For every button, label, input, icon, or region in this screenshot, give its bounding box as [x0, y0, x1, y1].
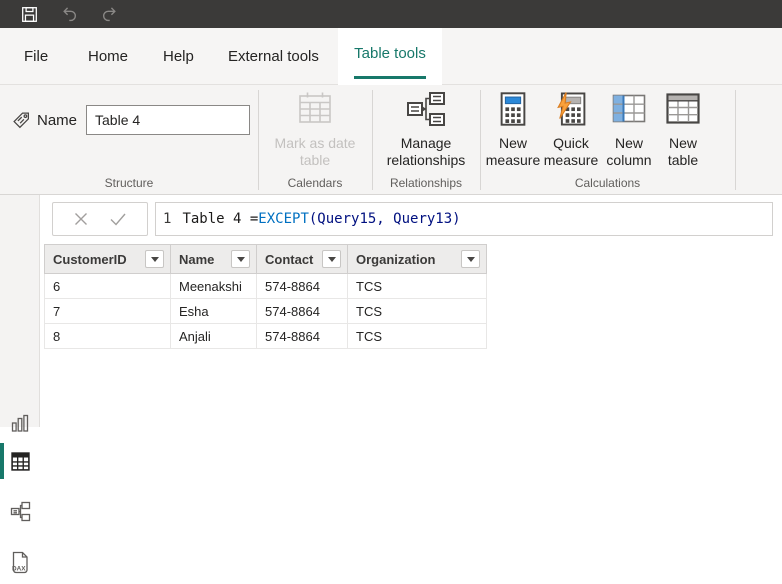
column-header-customerid[interactable]: CustomerID: [44, 244, 171, 274]
data-view-icon: [10, 451, 31, 472]
formula-commit-controls: [52, 202, 148, 236]
sidebar-item-data-view[interactable]: [0, 439, 40, 483]
active-view-indicator: [0, 443, 4, 479]
ribbon-divider: [735, 90, 736, 190]
cell[interactable]: 8: [44, 324, 171, 349]
new-column-icon: [612, 94, 646, 124]
manage-relationships-label: Manage relationships: [376, 135, 476, 169]
filter-button[interactable]: [145, 250, 164, 268]
calendar-icon: [297, 91, 333, 125]
formula-expression-lhs: Table 4 =: [182, 211, 258, 227]
ribbon: Name Structure Mark as date table: [0, 85, 782, 195]
tab-external-tools[interactable]: External tools: [228, 28, 319, 84]
ribbon-divider: [480, 90, 481, 190]
filter-button[interactable]: [461, 250, 480, 268]
tag-icon: [12, 111, 31, 130]
formula-function-name: EXCEPT: [258, 211, 309, 227]
cell[interactable]: Meenakshi: [171, 274, 257, 299]
filter-button[interactable]: [322, 250, 341, 268]
column-header-name[interactable]: Name: [171, 244, 257, 274]
formula-bar: 1 Table 4 = EXCEPT(Query15, Query13): [40, 195, 782, 242]
dropdown-arrow-icon: [328, 257, 336, 262]
quick-measure-icon: [556, 91, 586, 127]
ribbon-tab-bar: File Home Help External tools Table tool…: [0, 28, 782, 85]
ribbon-divider: [258, 90, 259, 190]
cell[interactable]: 574-8864: [257, 299, 348, 324]
mark-as-date-table-button[interactable]: Mark as date table: [269, 91, 361, 169]
tab-table-tools[interactable]: Table tools: [338, 28, 442, 85]
formula-arguments: (Query15, Query13): [309, 211, 461, 227]
dax-formula-input[interactable]: 1 Table 4 = EXCEPT(Query15, Query13): [155, 202, 773, 236]
new-table-icon: [666, 93, 700, 124]
cell[interactable]: 6: [44, 274, 171, 299]
active-tab-underline: [354, 76, 426, 79]
new-column-label: New column: [600, 135, 658, 169]
new-table-label: New table: [658, 135, 708, 169]
report-view-icon: [10, 414, 30, 434]
redo-icon: [101, 6, 118, 23]
dropdown-arrow-icon: [151, 257, 159, 262]
svg-text:DAX: DAX: [12, 565, 26, 572]
cancel-formula-icon[interactable]: [72, 210, 90, 228]
table-name-control: Name: [12, 105, 250, 135]
undo-icon: [61, 6, 78, 23]
dropdown-arrow-icon: [467, 257, 475, 262]
tab-home[interactable]: Home: [88, 28, 128, 84]
table-row: 6 Meenakshi 574-8864 TCS: [44, 274, 487, 299]
view-switcher-sidebar: DAX: [0, 195, 40, 427]
cell[interactable]: 7: [44, 299, 171, 324]
new-measure-label: New measure: [484, 135, 542, 169]
ribbon-divider: [372, 90, 373, 190]
column-header-label: Name: [179, 252, 225, 267]
column-header-organization[interactable]: Organization: [348, 244, 487, 274]
powerbi-window: File Home Help External tools Table tool…: [0, 0, 782, 427]
quick-measure-label: Quick measure: [542, 135, 600, 169]
manage-relationships-button[interactable]: Manage relationships: [376, 91, 476, 169]
table-row: 8 Anjali 574-8864 TCS: [44, 324, 487, 349]
cell[interactable]: 574-8864: [257, 324, 348, 349]
model-view-icon: [10, 501, 31, 522]
cell[interactable]: Esha: [171, 299, 257, 324]
sidebar-item-model-view[interactable]: [0, 489, 40, 533]
mark-as-date-table-label: Mark as date table: [269, 135, 361, 169]
sidebar-item-dax-query-view[interactable]: DAX: [0, 540, 40, 584]
group-label-calendars: Calendars: [258, 176, 372, 190]
commit-formula-icon[interactable]: [108, 210, 128, 228]
new-measure-button[interactable]: New measure: [484, 91, 542, 169]
table-row: 7 Esha 574-8864 TCS: [44, 299, 487, 324]
grid-header-row: CustomerID Name Contact Organization: [44, 244, 487, 274]
redo-button[interactable]: [94, 0, 124, 28]
group-label-calculations: Calculations: [480, 176, 735, 190]
name-field-label: Name: [37, 112, 77, 129]
tab-table-tools-label: Table tools: [354, 45, 426, 62]
cell[interactable]: TCS: [348, 274, 487, 299]
column-header-label: CustomerID: [53, 252, 139, 267]
tab-help[interactable]: Help: [163, 28, 194, 84]
group-label-structure: Structure: [0, 176, 258, 190]
table-name-input[interactable]: [86, 105, 250, 135]
column-header-contact[interactable]: Contact: [257, 244, 348, 274]
filter-button[interactable]: [231, 250, 250, 268]
data-grid: CustomerID Name Contact Organization 6 M…: [44, 244, 487, 349]
column-header-label: Contact: [265, 252, 316, 267]
tab-file[interactable]: File: [24, 28, 48, 84]
cell[interactable]: 574-8864: [257, 274, 348, 299]
new-measure-icon: [500, 91, 526, 127]
save-button[interactable]: [14, 0, 44, 28]
save-icon: [21, 6, 38, 23]
column-header-label: Organization: [356, 252, 455, 267]
cell[interactable]: TCS: [348, 324, 487, 349]
dax-query-view-icon: DAX: [9, 551, 31, 574]
new-column-button[interactable]: New column: [600, 91, 658, 169]
cell[interactable]: Anjali: [171, 324, 257, 349]
group-label-relationships: Relationships: [372, 176, 480, 190]
quick-measure-button[interactable]: Quick measure: [542, 91, 600, 169]
formula-line-number: 1: [163, 211, 171, 227]
new-table-button[interactable]: New table: [658, 91, 708, 169]
undo-button[interactable]: [54, 0, 84, 28]
title-bar: [0, 0, 782, 28]
dropdown-arrow-icon: [237, 257, 245, 262]
cell[interactable]: TCS: [348, 299, 487, 324]
manage-relationships-icon: [405, 91, 447, 127]
